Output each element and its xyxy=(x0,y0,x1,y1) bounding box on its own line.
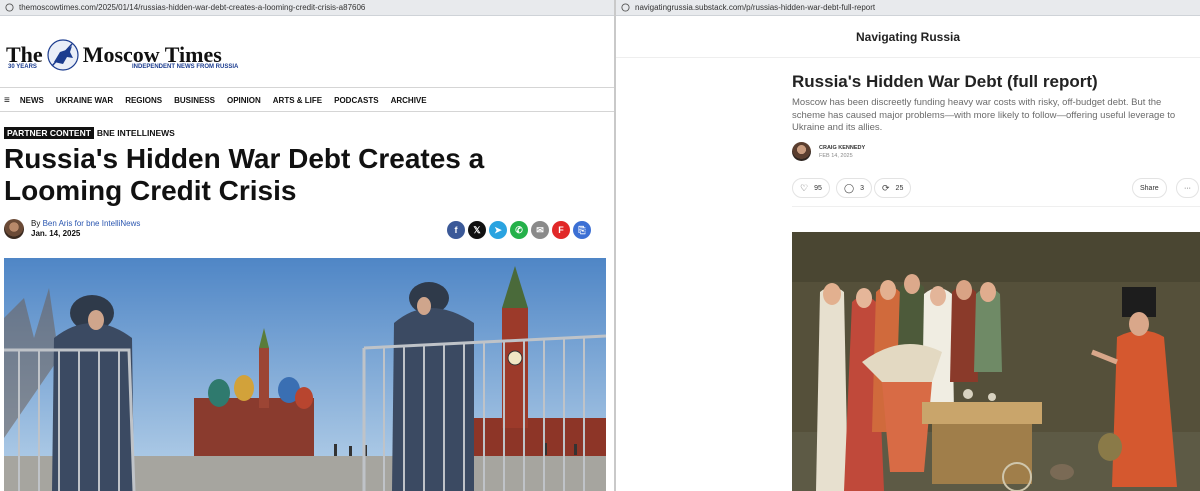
author-link[interactable]: Ben Aris for bne IntelliNews xyxy=(43,219,141,228)
comment-count: 3 xyxy=(860,184,864,192)
more-options-button[interactable]: ··· xyxy=(1176,178,1199,198)
like-count: 95 xyxy=(814,184,822,192)
moscow-times-window: themoscowtimes.com/2025/01/14/russias-hi… xyxy=(0,0,614,491)
address-bar-right[interactable]: navigatingrussia.substack.com/p/russias-… xyxy=(616,0,1200,16)
post-subtitle: Moscow has been discreetly funding heavy… xyxy=(792,97,1176,133)
author-name[interactable]: CRAIG KENNEDY xyxy=(819,144,865,152)
restack-button[interactable]: ⟳ 25 xyxy=(874,178,912,198)
site-info-icon[interactable] xyxy=(621,3,630,12)
restack-count: 25 xyxy=(895,184,904,192)
whatsapp-icon[interactable]: ✆ xyxy=(510,221,528,239)
post-author-row: CRAIG KENNEDY FEB 14, 2025 xyxy=(792,142,865,161)
nav-archive[interactable]: ARCHIVE xyxy=(391,96,427,105)
email-icon[interactable]: ✉ xyxy=(531,221,549,239)
comment-bubble-icon: ◯ xyxy=(844,182,855,193)
heart-icon: ♡ xyxy=(800,182,809,193)
site-info-icon[interactable] xyxy=(5,3,14,12)
share-buttons: f 𝕏 ➤ ✆ ✉ F ⎘ xyxy=(447,221,594,239)
comment-button[interactable]: ◯ 3 xyxy=(836,178,872,198)
partner-label: PARTNER CONTENT BNE INTELLINEWS xyxy=(4,127,175,139)
nav-podcasts[interactable]: PODCASTS xyxy=(334,96,378,105)
post-actions: ♡ 95 ◯ 3 ⟳ 25 Share ··· xyxy=(792,178,1200,200)
url-text[interactable]: themoscowtimes.com/2025/01/14/russias-hi… xyxy=(19,3,365,12)
author-avatar[interactable] xyxy=(4,219,24,239)
restack-icon: ⟳ xyxy=(882,182,890,193)
author-avatar[interactable] xyxy=(792,142,811,161)
partner-source[interactable]: BNE INTELLINEWS xyxy=(97,128,175,138)
substack-window: navigatingrussia.substack.com/p/russias-… xyxy=(616,0,1200,491)
logo-tagline: INDEPENDENT NEWS FROM RUSSIA xyxy=(132,64,239,70)
st-george-emblem-icon xyxy=(47,39,79,71)
headline-line-1: Russia's Hidden War Debt Creates a xyxy=(4,143,485,174)
logo-years: 30 YEARS xyxy=(8,64,37,70)
url-text-right[interactable]: navigatingrussia.substack.com/p/russias-… xyxy=(635,3,875,12)
byline: By Ben Aris for bne IntelliNews Jan. 14,… xyxy=(4,219,140,239)
nav-business[interactable]: BUSINESS xyxy=(174,96,215,105)
nav-regions[interactable]: REGIONS xyxy=(125,96,162,105)
byline-prefix: By xyxy=(31,219,41,228)
x-icon[interactable]: 𝕏 xyxy=(468,221,486,239)
ellipsis-icon: ··· xyxy=(1184,184,1191,192)
headline-line-2: Looming Credit Crisis xyxy=(4,175,297,206)
address-bar[interactable]: themoscowtimes.com/2025/01/14/russias-hi… xyxy=(0,0,614,16)
red-square-photo xyxy=(4,258,606,491)
copy-link-icon[interactable]: ⎘ xyxy=(573,221,591,239)
facebook-icon[interactable]: f xyxy=(447,221,465,239)
flipboard-icon[interactable]: F xyxy=(552,221,570,239)
main-nav: ≡ NEWS UKRAINE WAR REGIONS BUSINESS OPIN… xyxy=(0,89,614,112)
header-divider xyxy=(616,57,1200,58)
article-headline: Russia's Hidden War Debt Creates a Loomi… xyxy=(4,143,604,207)
nav-ukraine-war[interactable]: UKRAINE WAR xyxy=(56,96,113,105)
partner-content-tag: PARTNER CONTENT xyxy=(4,127,94,139)
hamburger-menu-icon[interactable]: ≡ xyxy=(4,95,10,106)
nav-opinion[interactable]: OPINION xyxy=(227,96,261,105)
share-button[interactable]: Share xyxy=(1132,178,1167,198)
publish-date: Jan. 14, 2025 xyxy=(31,229,81,238)
actions-divider xyxy=(792,206,1200,207)
share-label: Share xyxy=(1140,184,1159,192)
conjurer-painting xyxy=(792,232,1200,491)
like-button[interactable]: ♡ 95 xyxy=(792,178,830,198)
site-header: The Moscow Times 30 YEARS INDEPENDENT NE… xyxy=(0,16,614,88)
post-date: FEB 14, 2025 xyxy=(819,152,853,159)
publication-name[interactable]: Navigating Russia xyxy=(616,30,1200,44)
telegram-icon[interactable]: ➤ xyxy=(489,221,507,239)
post-title: Russia's Hidden War Debt (full report) xyxy=(792,72,1098,91)
nav-news[interactable]: NEWS xyxy=(20,96,44,105)
nav-arts-life[interactable]: ARTS & LIFE xyxy=(273,96,322,105)
